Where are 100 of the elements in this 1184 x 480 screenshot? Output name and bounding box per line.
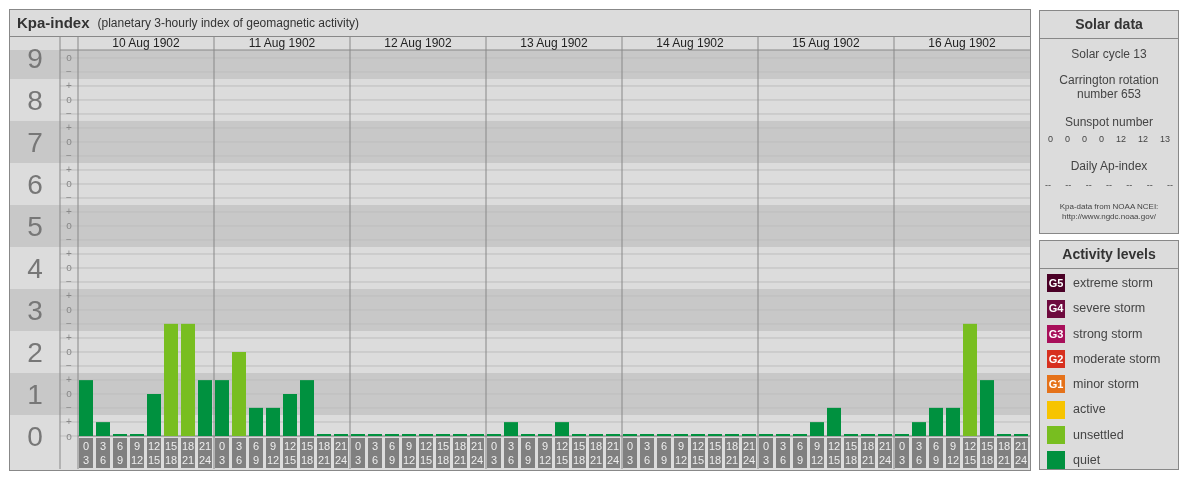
ap-index-value: -- xyxy=(1065,178,1072,192)
hour-range-label: 18 21 xyxy=(725,438,739,468)
hour-range-label: 3 6 xyxy=(368,438,382,468)
kp-bar xyxy=(980,380,994,436)
hour-range-label: 3 6 xyxy=(640,438,654,468)
hour-range-label: 12 15 xyxy=(419,438,433,468)
sunspot-label: Sunspot number xyxy=(1064,114,1154,131)
hour-range-label: 12 15 xyxy=(691,438,705,468)
kp-bar xyxy=(827,407,841,436)
sub-level-label: + xyxy=(66,416,72,428)
kp-level-label: 2 xyxy=(27,337,43,368)
sunspot-value: 12 xyxy=(1137,133,1148,146)
sub-level-label: o xyxy=(66,262,72,274)
kp-bar xyxy=(555,422,569,436)
panel-title: Solar data xyxy=(1040,11,1178,39)
sub-level-label: + xyxy=(66,206,72,218)
hour-range-label: 9 12 xyxy=(538,438,552,468)
panel-title: Activity levels xyxy=(1040,241,1178,269)
sub-level-label: − xyxy=(66,108,72,120)
kp-bar xyxy=(147,394,161,436)
kp-bar xyxy=(79,380,93,436)
level-label: strong storm xyxy=(1073,325,1143,343)
hour-range-label: 9 12 xyxy=(266,438,280,468)
kp-level-label: 8 xyxy=(27,85,43,116)
sunspot-value: 13 xyxy=(1159,133,1170,146)
kp-level-label: 6 xyxy=(27,169,43,200)
hour-range-label: 18 21 xyxy=(317,438,331,468)
sub-level-label: − xyxy=(66,318,72,330)
sub-level-label: + xyxy=(66,122,72,134)
kp-bar xyxy=(283,394,297,436)
level-swatch: G2 xyxy=(1047,350,1065,369)
hour-range-label: 18 21 xyxy=(861,438,875,468)
hour-range-label: 3 6 xyxy=(96,438,110,468)
kp-bar xyxy=(198,380,212,436)
ap-index-value: -- xyxy=(1045,178,1051,192)
sub-level-label: − xyxy=(66,402,72,414)
sub-level-label: + xyxy=(66,80,72,92)
ap-index-value: -- xyxy=(1106,178,1112,192)
sub-level-label: − xyxy=(66,360,72,372)
hour-range-label: 12 15 xyxy=(283,438,297,468)
level-label: extreme storm xyxy=(1073,275,1153,292)
ap-index-value: -- xyxy=(1085,178,1092,192)
date-label: 13 Aug 1902 xyxy=(520,37,588,50)
hour-range-label: 3 6 xyxy=(776,438,790,468)
hour-range-label: 15 18 xyxy=(980,438,994,468)
sub-level-label: − xyxy=(66,66,72,78)
hour-range-label: 21 24 xyxy=(742,438,756,468)
sunspot-value: 0 xyxy=(1098,133,1104,146)
chart-subtitle: (planetary 3-hourly index of geomagnetic activity) xyxy=(97,15,359,32)
kp-bar xyxy=(946,407,960,436)
ap-index-label: Daily Ap-index xyxy=(1070,157,1148,175)
hour-range-label: 6 9 xyxy=(385,438,399,468)
level-label: active xyxy=(1073,401,1106,419)
hour-range-label: 9 12 xyxy=(130,438,144,468)
hour-range-label: 0 3 xyxy=(759,438,773,468)
hour-range-label: 15 18 xyxy=(708,438,722,468)
source-url: http://www.ngdc.noaa.gov/ xyxy=(1062,212,1156,222)
level-label: quiet xyxy=(1073,451,1101,469)
hour-range-label: 18 21 xyxy=(589,438,603,468)
hour-range-label: 15 18 xyxy=(436,438,450,468)
kp-level-label: 5 xyxy=(27,211,43,242)
hour-range-label: 0 3 xyxy=(351,438,365,468)
hour-range-label: 9 12 xyxy=(810,438,824,468)
hour-range-label: 12 15 xyxy=(555,438,569,468)
hour-range-label: 6 9 xyxy=(113,438,127,468)
sub-level-label: + xyxy=(66,248,72,260)
kp-bar xyxy=(929,407,943,436)
kp-bar xyxy=(504,422,518,436)
hour-range-label: 21 24 xyxy=(198,438,212,468)
hour-range-label: 6 9 xyxy=(793,438,807,468)
hour-range-label: 12 15 xyxy=(827,438,841,468)
date-label: 14 Aug 1902 xyxy=(656,37,724,50)
hour-range-label: 18 21 xyxy=(453,438,467,468)
kp-bar xyxy=(266,407,280,436)
data-source: Kpa-data from NOAA NCEI: xyxy=(1059,202,1159,212)
level-label: minor storm xyxy=(1073,376,1139,393)
kp-bar xyxy=(810,422,824,436)
sub-level-label: + xyxy=(66,374,72,386)
sub-level-label: − xyxy=(66,192,72,204)
date-label: 15 Aug 1902 xyxy=(792,37,860,50)
kp-level-label: 9 xyxy=(27,43,43,74)
hour-range-label: 0 3 xyxy=(487,438,501,468)
sub-level-label: + xyxy=(66,332,72,344)
sub-level-label: − xyxy=(66,276,72,288)
level-swatch: G4 xyxy=(1047,299,1065,318)
hour-range-label: 6 9 xyxy=(657,438,671,468)
hour-range-label: 21 24 xyxy=(878,438,892,468)
solar-cycle: Solar cycle 13 xyxy=(1071,46,1147,63)
hour-range-label: 0 3 xyxy=(895,438,909,468)
hour-range-label: 15 18 xyxy=(300,438,314,468)
date-label: 11 Aug 1902 xyxy=(248,37,316,50)
kp-level-label: 4 xyxy=(27,253,43,284)
kp-bar xyxy=(215,380,229,436)
hour-range-label: 3 6 xyxy=(912,438,926,468)
sub-level-label: + xyxy=(66,290,72,302)
hour-range-label: 21 24 xyxy=(1014,438,1028,468)
kp-bar xyxy=(96,422,110,436)
date-label: 12 Aug 1902 xyxy=(384,37,452,50)
date-label: 16 Aug 1902 xyxy=(928,37,996,50)
kp-level-label: 0 xyxy=(27,421,43,452)
